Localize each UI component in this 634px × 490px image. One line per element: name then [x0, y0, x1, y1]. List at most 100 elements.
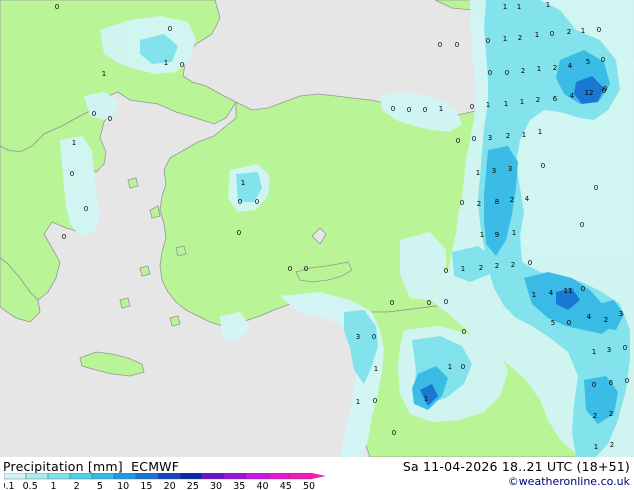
precip-value-85: 5: [551, 319, 555, 327]
precip-value-40: 12: [585, 89, 594, 97]
precip-value-95: 0: [623, 344, 627, 352]
title-text: Precipitation [mm]: [3, 459, 123, 474]
precip-value-88: 2: [604, 316, 608, 324]
precip-value-80: 0: [444, 298, 448, 306]
legend-swatch-10: [223, 473, 247, 480]
legend-tick-0: 0.1: [4, 481, 15, 490]
precip-value-64: 0: [237, 229, 241, 237]
precip-value-54: 1: [241, 179, 245, 187]
legend-tick-1: 0.5: [23, 481, 38, 490]
precip-value-15: 1: [164, 59, 168, 67]
precip-value-100: 6: [609, 379, 614, 387]
precip-value-39: 4: [570, 92, 575, 100]
precip-value-98: 1: [374, 365, 378, 373]
precip-value-18: 0: [505, 69, 509, 77]
precip-value-29: 0: [391, 105, 395, 113]
precip-value-49: 1: [476, 169, 480, 177]
precip-value-86: 0: [567, 319, 571, 327]
precip-value-51: 3: [508, 165, 512, 173]
precip-value-57: 0: [255, 198, 259, 206]
legend-arrow: [312, 473, 326, 479]
precip-value-94: 3: [607, 346, 611, 354]
precip-value-71: 0: [304, 265, 308, 273]
precip-value-37: 2: [536, 96, 540, 104]
legend-tick-9: 30: [210, 481, 222, 490]
precip-value-5: 0: [438, 41, 442, 49]
precip-value-17: 0: [488, 69, 492, 77]
precip-value-10: 1: [535, 31, 539, 39]
precip-value-1: 1: [503, 3, 507, 11]
precip-value-22: 4: [568, 62, 573, 70]
precip-value-99: 0: [592, 381, 596, 389]
precip-value-61: 2: [510, 196, 514, 204]
legend-swatch-0: [4, 473, 27, 480]
precip-value-74: 2: [479, 264, 483, 272]
precip-value-92: 0: [372, 333, 376, 341]
precip-value-81: 1: [532, 291, 536, 299]
legend-tick-12: 45: [280, 481, 292, 490]
precip-value-67: 1: [480, 231, 484, 239]
legend-swatch-13: [289, 473, 313, 480]
precip-value-96: 1: [448, 363, 452, 371]
precip-value-62: 4: [525, 195, 530, 203]
legend-tick-4: 5: [97, 481, 103, 490]
precip-value-8: 1: [503, 35, 507, 43]
precip-value-33: 0: [470, 103, 474, 111]
color-legend: 0.10.5125101520253035404550: [4, 473, 326, 490]
precip-value-32: 1: [439, 105, 443, 113]
precip-value-12: 2: [567, 28, 571, 36]
precip-value-59: 2: [477, 200, 481, 208]
legend-swatch-6: [135, 473, 159, 480]
precip-value-77: 0: [528, 259, 532, 267]
precip-value-3: 1: [546, 1, 550, 9]
precip-value-16: 0: [180, 61, 184, 69]
precip-value-91: 3: [356, 333, 360, 341]
legend-tick-10: 35: [233, 481, 245, 490]
legend-tick-7: 20: [164, 481, 176, 490]
precip-value-78: 0: [390, 299, 394, 307]
precip-value-26: 1: [102, 70, 106, 78]
legend-swatch-8: [179, 473, 203, 480]
precip-value-30: 0: [407, 106, 411, 114]
precip-value-21: 2: [553, 64, 557, 72]
legend-tick-3: 2: [74, 481, 80, 490]
precip-value-42: 0: [456, 137, 460, 145]
precip-value-11: 0: [550, 30, 554, 38]
precip-value-53: 0: [70, 170, 74, 178]
legend-swatch-11: [245, 473, 269, 480]
legend-swatch-1: [25, 473, 49, 480]
precip-value-34: 1: [486, 101, 490, 109]
precip-value-66: 0: [62, 233, 66, 241]
precip-value-38: 6: [553, 95, 558, 103]
legend-tick-2: 1: [50, 481, 56, 490]
legend-swatch-5: [113, 473, 137, 480]
precip-value-72: 0: [444, 267, 448, 275]
precip-value-65: 0: [580, 221, 584, 229]
precip-value-70: 0: [288, 265, 292, 273]
precip-value-24: 0: [601, 56, 605, 64]
precip-value-84: 0: [581, 285, 585, 293]
precip-value-90: 0: [462, 328, 466, 336]
legend-swatch-4: [91, 473, 115, 480]
precip-value-101: 0: [625, 377, 629, 385]
precip-value-106: 2: [609, 410, 613, 418]
precip-value-107: 0: [392, 429, 396, 437]
model-name: ECMWF: [131, 459, 180, 474]
precip-value-48: 1: [72, 139, 76, 147]
precip-value-47: 1: [538, 128, 542, 136]
precip-value-28: 0: [108, 115, 112, 123]
precip-value-13: 1: [581, 27, 585, 35]
legend-tick-6: 15: [140, 481, 152, 490]
map-title: Precipitation [mm] ECMWF: [3, 459, 179, 474]
legend-swatch-3: [69, 473, 93, 480]
precipitation-map: 0 1 1 100 0 0 1 2 1 0 2 1 01 00 0 2 1 2 4 5 001000 0 0 1 0 1 1 1 2 6 4…: [0, 0, 634, 457]
precip-value-7: 0: [486, 37, 490, 45]
credit-link[interactable]: ©weatheronline.co.uk: [508, 475, 630, 488]
precip-value-35: 1: [504, 100, 508, 108]
precip-value-68: 9: [495, 231, 499, 239]
footer: Precipitation [mm] ECMWF Sa 11-04-2026 1…: [0, 457, 634, 490]
legend-tick-8: 25: [187, 481, 199, 490]
precip-value-105: 2: [593, 412, 597, 420]
precip-value-0: 0: [55, 3, 59, 11]
precip-value-31: 0: [423, 106, 427, 114]
